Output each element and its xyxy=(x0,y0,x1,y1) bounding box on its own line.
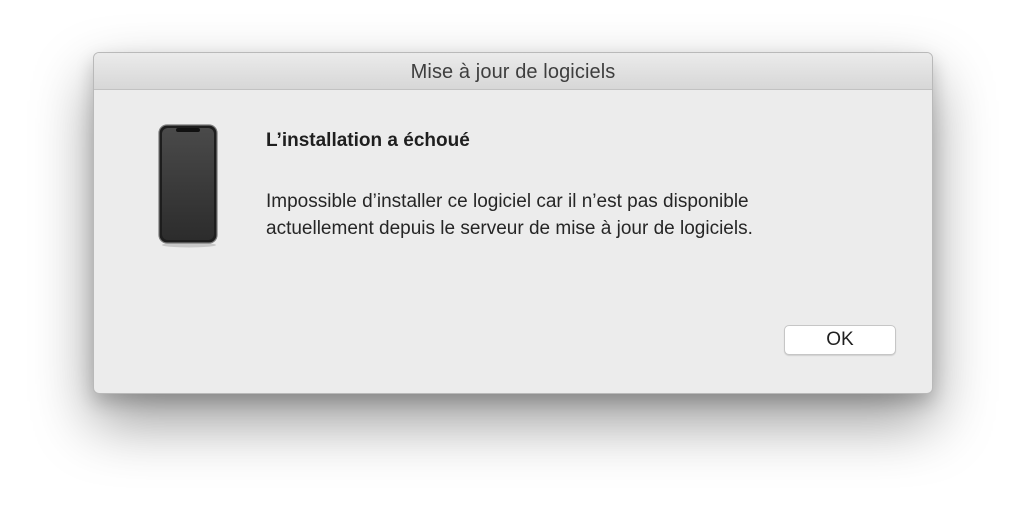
dialog-heading: L’installation a échoué xyxy=(266,130,470,151)
dialog-message: Impossible d’installer ce logiciel car i… xyxy=(266,188,886,242)
message-line-1: Impossible d’installer ce logiciel car i… xyxy=(266,191,749,212)
window-titlebar[interactable]: Mise à jour de logiciels xyxy=(94,53,932,90)
dialog-content: L’installation a échoué Impossible d’ins… xyxy=(94,90,932,393)
alert-window: Mise à jour de logiciels L’installation … xyxy=(93,52,933,394)
message-line-2: actuellement depuis le serveur de mise à… xyxy=(266,218,753,239)
ok-button[interactable]: OK xyxy=(784,325,896,355)
window-title: Mise à jour de logiciels xyxy=(410,60,616,83)
desktop-background: Mise à jour de logiciels L’installation … xyxy=(0,0,1024,525)
iphone-device-icon xyxy=(158,124,220,248)
